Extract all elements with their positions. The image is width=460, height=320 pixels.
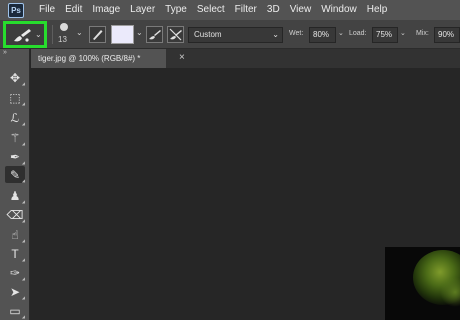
clean-brush-button[interactable]	[167, 26, 184, 43]
document-tab-title: tiger.jpg @ 100% (RGB/8#) *	[38, 54, 141, 63]
wet-label: Wet:	[289, 30, 304, 37]
collapse-toolbar-icon[interactable]: »	[3, 49, 7, 56]
swatch-chevron-icon[interactable]: ⌄	[136, 28, 143, 37]
menu-type[interactable]: Type	[160, 0, 192, 20]
flyout-indicator-icon: ◢	[21, 218, 25, 223]
path-selection-tool[interactable]: ➤ ◢	[5, 283, 25, 301]
tools-panel: » ✥ ◢ ⬚ ◢ ℒ ◢ ⚚ ◢ ✒ ◢ ✎ ◢ ♟ ◢ ⌫ ◢ ☝ ◢ T ◢ ✑ ◢ ➤ ◢ ▭ ◢	[0, 49, 30, 320]
type-icon: T	[11, 246, 19, 261]
eyedropper-tool[interactable]: ✒ ◢	[5, 148, 25, 166]
arrow-icon: ➤	[9, 284, 21, 299]
menu-image[interactable]: Image	[87, 0, 125, 20]
flyout-indicator-icon: ◢	[21, 257, 25, 262]
move-tool[interactable]: ✥ ◢	[5, 69, 25, 87]
smudge-tool[interactable]: ☝ ◢	[5, 226, 25, 244]
load-chevron-icon[interactable]: ⌄	[400, 29, 406, 37]
quick-selection-tool[interactable]: ⚚ ◢	[5, 129, 25, 147]
magic-wand-icon: ⚚	[9, 130, 21, 145]
brush-picker-chevron-icon[interactable]: ⌄	[76, 28, 83, 37]
close-tab-icon[interactable]: ×	[179, 52, 185, 63]
menu-bar: Ps File Edit Image Layer Type Select Fil…	[0, 0, 460, 20]
mixer-brush-icon: ✎	[9, 167, 21, 182]
flyout-indicator-icon: ◢	[21, 178, 25, 183]
rectangle-icon: ▭	[9, 303, 21, 318]
clone-stamp-tool[interactable]: ♟ ◢	[5, 187, 25, 205]
menu-help[interactable]: Help	[362, 0, 393, 20]
flyout-indicator-icon: ◢	[21, 101, 25, 106]
load-label: Load:	[349, 30, 367, 37]
flyout-indicator-icon: ◢	[21, 295, 25, 300]
menu-view[interactable]: View	[285, 0, 317, 20]
rectangular-marquee-icon: ⬚	[9, 90, 21, 105]
stamp-icon: ♟	[9, 188, 21, 203]
mix-label: Mix:	[416, 30, 429, 37]
tiger-image[interactable]	[385, 247, 460, 320]
rectangle-tool[interactable]: ▭ ◢	[5, 302, 25, 320]
brush-settings-icon	[93, 30, 103, 40]
menu-file[interactable]: File	[34, 0, 60, 20]
load-input[interactable]: 75%	[372, 27, 398, 43]
brush-preview-icon[interactable]	[60, 23, 68, 31]
blend-combination-select[interactable]: Custom ⌄	[188, 27, 283, 43]
chevron-down-icon: ⌄	[272, 30, 279, 39]
eyedropper-icon: ✒	[9, 149, 21, 164]
document-tab-bar: tiger.jpg @ 100% (RGB/8#) * ×	[31, 49, 460, 68]
mixer-brush-icon	[14, 29, 31, 42]
mix-input[interactable]: 90%	[434, 27, 460, 43]
mixer-brush-tool[interactable]: ✎ ◢	[5, 166, 25, 183]
current-brush-load-swatch[interactable]	[111, 25, 134, 44]
flyout-indicator-icon: ◢	[21, 81, 25, 86]
wet-chevron-icon[interactable]: ⌄	[338, 29, 344, 37]
flyout-indicator-icon: ◢	[21, 121, 25, 126]
options-bar: ⌄ 13 ⌄ ⌄ Custom ⌄ Wet: 80% ⌄ Load: 75% ⌄…	[0, 20, 460, 49]
canvas-area[interactable]	[31, 68, 460, 320]
flyout-indicator-icon: ◢	[21, 238, 25, 243]
lasso-tool[interactable]: ℒ ◢	[5, 109, 25, 127]
divider	[52, 25, 53, 44]
type-tool[interactable]: T ◢	[5, 245, 25, 263]
flyout-indicator-icon: ◢	[21, 160, 25, 165]
wet-input[interactable]: 80%	[309, 27, 336, 43]
document-tab[interactable]: tiger.jpg @ 100% (RGB/8#) *	[31, 49, 166, 68]
brush-size: 13	[58, 35, 67, 44]
menu-window[interactable]: Window	[316, 0, 362, 20]
tool-preset-picker[interactable]: ⌄	[3, 21, 47, 48]
menu-layer[interactable]: Layer	[125, 0, 160, 20]
flyout-indicator-icon: ◢	[21, 141, 25, 146]
load-brush-button[interactable]	[146, 26, 163, 43]
smudge-icon: ☝	[11, 227, 19, 242]
lasso-icon: ℒ	[10, 110, 20, 125]
menu-3d[interactable]: 3D	[262, 0, 285, 20]
move-icon: ✥	[9, 70, 21, 85]
pen-icon: ✑	[9, 265, 21, 280]
load-brush-icon	[149, 30, 161, 40]
flyout-indicator-icon: ◢	[21, 276, 25, 281]
pen-tool[interactable]: ✑ ◢	[5, 264, 25, 282]
menu-filter[interactable]: Filter	[230, 0, 262, 20]
clean-brush-icon	[169, 28, 182, 41]
brush-settings-button[interactable]	[89, 26, 106, 43]
chevron-down-icon: ⌄	[35, 30, 42, 39]
photoshop-logo: Ps	[8, 2, 24, 18]
menu-select[interactable]: Select	[192, 0, 230, 20]
eraser-tool[interactable]: ⌫ ◢	[5, 206, 25, 224]
menu-edit[interactable]: Edit	[60, 0, 87, 20]
flyout-indicator-icon: ◢	[21, 314, 25, 319]
blend-combination-value: Custom	[194, 30, 222, 39]
flyout-indicator-icon: ◢	[21, 199, 25, 204]
marquee-tool[interactable]: ⬚ ◢	[5, 89, 25, 107]
